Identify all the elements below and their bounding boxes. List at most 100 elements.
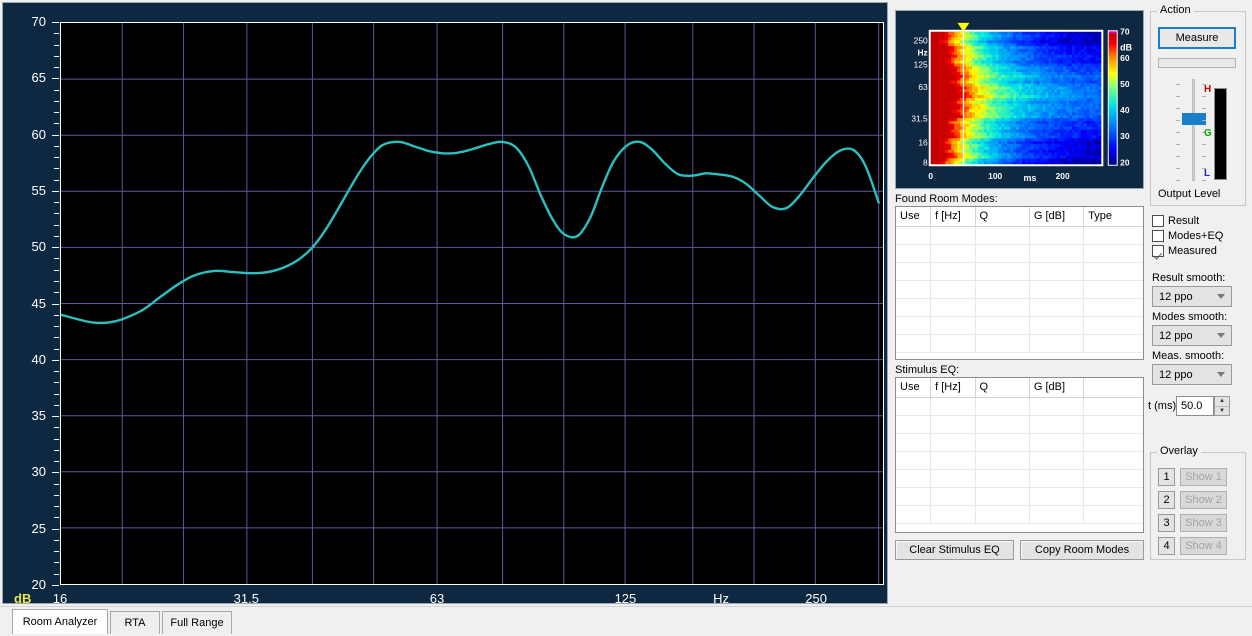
- table-cell[interactable]: [930, 226, 976, 245]
- table-row[interactable]: [896, 451, 1143, 470]
- table-cell[interactable]: [1083, 469, 1143, 488]
- table-cell[interactable]: [975, 505, 1030, 524]
- table-cell[interactable]: [1029, 316, 1085, 335]
- table-cell[interactable]: [930, 469, 976, 488]
- table-cell[interactable]: [975, 415, 1030, 434]
- overlay-slot-button-4[interactable]: 4: [1158, 537, 1175, 555]
- table-cell[interactable]: [1083, 262, 1143, 281]
- table-cell[interactable]: [1029, 397, 1085, 416]
- measure-button[interactable]: Measure: [1158, 27, 1236, 49]
- table-cell[interactable]: [896, 433, 932, 452]
- table-cell[interactable]: [1029, 244, 1085, 263]
- clear-stimulus-eq-button[interactable]: Clear Stimulus EQ: [895, 540, 1014, 560]
- table-row[interactable]: [896, 298, 1143, 317]
- table-row[interactable]: [896, 226, 1143, 245]
- table-row[interactable]: [896, 433, 1143, 452]
- table-cell[interactable]: [975, 433, 1030, 452]
- table-cell[interactable]: [1083, 487, 1143, 506]
- table-cell[interactable]: [1029, 415, 1085, 434]
- column-header[interactable]: Type: [1083, 207, 1143, 227]
- output-level-slider-track[interactable]: [1192, 79, 1195, 181]
- table-cell[interactable]: [975, 469, 1030, 488]
- table-cell[interactable]: [896, 244, 932, 263]
- table-cell[interactable]: [1029, 451, 1085, 470]
- table-row[interactable]: [896, 487, 1143, 506]
- table-cell[interactable]: [1083, 505, 1143, 524]
- table-cell[interactable]: [975, 226, 1030, 245]
- column-header[interactable]: [1083, 378, 1143, 398]
- spectrogram-panel[interactable]: 250 Hz 125 63 31.5 16 8 0 100 ms 200 70 60 50 40 30 20 dB: [895, 10, 1144, 189]
- table-cell[interactable]: [930, 298, 976, 317]
- table-cell[interactable]: [896, 397, 932, 416]
- table-cell[interactable]: [930, 487, 976, 506]
- t-ms-input[interactable]: 50.0: [1176, 396, 1214, 416]
- table-cell[interactable]: [1083, 226, 1143, 245]
- checkbox-icon[interactable]: [1152, 245, 1164, 257]
- table-row[interactable]: [896, 334, 1143, 353]
- table-cell[interactable]: [1029, 433, 1085, 452]
- column-header[interactable]: f [Hz]: [930, 207, 976, 227]
- table-cell[interactable]: [930, 244, 976, 263]
- column-header[interactable]: Q: [975, 207, 1030, 227]
- table-cell[interactable]: [930, 505, 976, 524]
- table-cell[interactable]: [1029, 505, 1085, 524]
- table-cell[interactable]: [896, 487, 932, 506]
- overlay-slot-button-1[interactable]: 1: [1158, 468, 1175, 486]
- table-cell[interactable]: [975, 487, 1030, 506]
- table-cell[interactable]: [896, 334, 932, 353]
- table-cell[interactable]: [896, 262, 932, 281]
- overlay-show-button-2[interactable]: Show 2: [1180, 491, 1227, 509]
- table-cell[interactable]: [896, 316, 932, 335]
- stepper-down-icon[interactable]: ▼: [1215, 407, 1229, 416]
- column-header[interactable]: G [dB]: [1029, 207, 1085, 227]
- table-cell[interactable]: [930, 316, 976, 335]
- table-cell[interactable]: [1083, 415, 1143, 434]
- table-cell[interactable]: [1029, 226, 1085, 245]
- overlay-show-button-1[interactable]: Show 1: [1180, 468, 1227, 486]
- tab-rta[interactable]: RTA: [110, 611, 160, 634]
- table-row[interactable]: [896, 505, 1143, 524]
- table-cell[interactable]: [975, 262, 1030, 281]
- table-cell[interactable]: [1029, 280, 1085, 299]
- table-cell[interactable]: [975, 280, 1030, 299]
- column-header[interactable]: G [dB]: [1029, 378, 1085, 398]
- table-cell[interactable]: [1083, 433, 1143, 452]
- modes-smooth-select[interactable]: 12 ppo: [1152, 325, 1232, 346]
- table-cell[interactable]: [896, 505, 932, 524]
- overlay-show-button-3[interactable]: Show 3: [1180, 514, 1227, 532]
- table-cell[interactable]: [930, 397, 976, 416]
- table-row[interactable]: [896, 469, 1143, 488]
- stimulus-eq-table[interactable]: Use f [Hz] Q G [dB]: [895, 377, 1144, 533]
- table-cell[interactable]: [1083, 244, 1143, 263]
- table-row[interactable]: [896, 415, 1143, 434]
- table-cell[interactable]: [975, 397, 1030, 416]
- copy-room-modes-button[interactable]: Copy Room Modes: [1020, 540, 1144, 560]
- checkbox-icon[interactable]: [1152, 215, 1164, 227]
- plot-area[interactable]: [60, 22, 884, 585]
- table-cell[interactable]: [930, 451, 976, 470]
- checkbox-row-measured[interactable]: Measured: [1152, 245, 1217, 257]
- table-cell[interactable]: [1083, 397, 1143, 416]
- table-cell[interactable]: [1029, 334, 1085, 353]
- tab-room-analyzer[interactable]: Room Analyzer: [12, 609, 108, 634]
- found-room-modes-table[interactable]: Use f [Hz] Q G [dB] Type: [895, 206, 1144, 360]
- table-row[interactable]: [896, 244, 1143, 263]
- table-cell[interactable]: [1083, 451, 1143, 470]
- table-cell[interactable]: [896, 298, 932, 317]
- column-header[interactable]: f [Hz]: [930, 378, 976, 398]
- overlay-slot-button-2[interactable]: 2: [1158, 491, 1175, 509]
- table-cell[interactable]: [1083, 316, 1143, 335]
- table-cell[interactable]: [1029, 262, 1085, 281]
- checkbox-row-result[interactable]: Result: [1152, 215, 1199, 227]
- table-cell[interactable]: [896, 451, 932, 470]
- overlay-slot-button-3[interactable]: 3: [1158, 514, 1175, 532]
- overlay-show-button-4[interactable]: Show 4: [1180, 537, 1227, 555]
- output-level-slider-thumb[interactable]: [1182, 113, 1206, 125]
- table-cell[interactable]: [930, 415, 976, 434]
- table-cell[interactable]: [1083, 298, 1143, 317]
- column-header[interactable]: Q: [975, 378, 1030, 398]
- table-cell[interactable]: [975, 244, 1030, 263]
- table-row[interactable]: [896, 397, 1143, 416]
- table-cell[interactable]: [975, 316, 1030, 335]
- table-cell[interactable]: [975, 334, 1030, 353]
